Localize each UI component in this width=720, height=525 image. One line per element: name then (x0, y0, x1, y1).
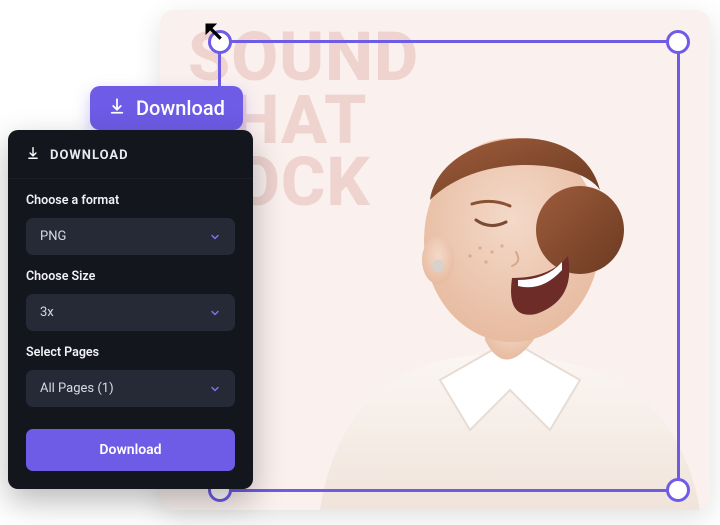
download-panel: DOWNLOAD Choose a format PNG Choose Size… (8, 130, 253, 489)
resize-handle-bottom-right[interactable] (666, 478, 690, 502)
download-button-floating[interactable]: Download (90, 86, 243, 130)
pages-select[interactable]: All Pages (1) (26, 370, 235, 407)
panel-header: DOWNLOAD (8, 130, 253, 179)
size-select[interactable]: 3x (26, 294, 235, 331)
download-button-label: Download (136, 96, 225, 120)
chevron-down-icon (209, 383, 221, 395)
resize-handle-top-right[interactable] (666, 30, 690, 54)
size-field: Choose Size 3x (8, 255, 253, 331)
chevron-down-icon (209, 231, 221, 243)
person-illustration (280, 80, 710, 510)
size-value: 3x (40, 305, 54, 320)
resize-cursor-icon (202, 20, 230, 48)
pages-field: Select Pages All Pages (1) (8, 331, 253, 407)
download-icon (26, 146, 40, 164)
download-icon (108, 96, 126, 120)
format-field: Choose a format PNG (8, 179, 253, 255)
download-submit-button[interactable]: Download (26, 429, 235, 471)
download-submit-label: Download (99, 442, 161, 458)
format-value: PNG (40, 229, 66, 244)
pages-label: Select Pages (26, 345, 235, 360)
pages-value: All Pages (1) (40, 381, 114, 396)
size-label: Choose Size (26, 269, 235, 284)
chevron-down-icon (209, 307, 221, 319)
format-select[interactable]: PNG (26, 218, 235, 255)
format-label: Choose a format (26, 193, 235, 208)
panel-title: DOWNLOAD (50, 148, 129, 163)
